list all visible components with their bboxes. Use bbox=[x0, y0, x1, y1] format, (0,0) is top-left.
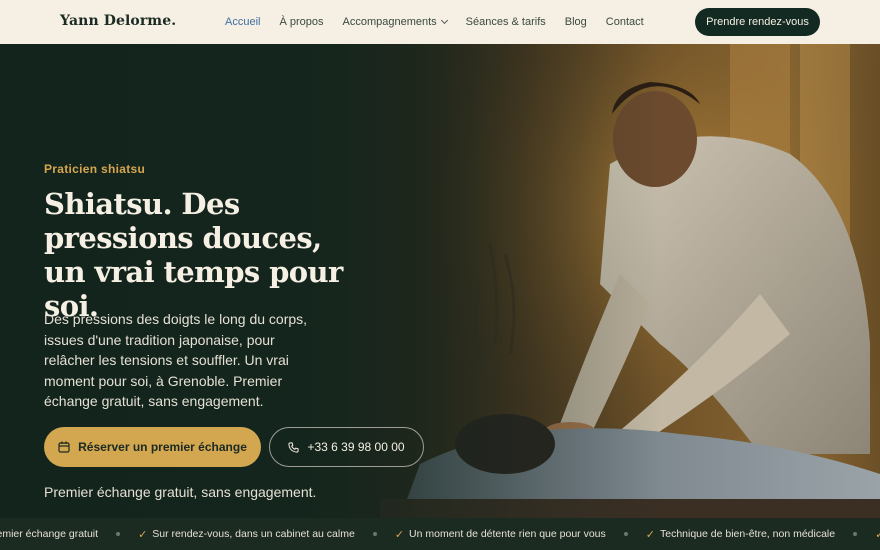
nav-link-blog[interactable]: Blog bbox=[565, 16, 587, 28]
phone-icon bbox=[288, 441, 300, 453]
hero-title: Shiatsu. Des pressions douces, un vrai t… bbox=[44, 187, 343, 323]
book-first-exchange-label: Réserver un premier échange bbox=[78, 440, 247, 454]
check-icon: ✓ bbox=[138, 528, 148, 541]
ticker-separator bbox=[623, 532, 628, 536]
hero-note: Premier échange gratuit, sans engagement… bbox=[44, 484, 317, 500]
ticker-item: ✓Pr bbox=[875, 528, 880, 541]
ticker-item-text: Premier échange gratuit bbox=[0, 528, 99, 540]
calendar-icon bbox=[58, 441, 70, 453]
hero-lead: Des pressions des doigts le long du corp… bbox=[44, 311, 308, 409]
ticker-item-text: Un moment de détente rien que pour vous bbox=[409, 528, 606, 540]
chevron-down-icon bbox=[440, 16, 448, 25]
ticker-item: Premier échange gratuit bbox=[0, 528, 98, 540]
book-first-exchange-button[interactable]: Réserver un premier échange bbox=[44, 427, 261, 467]
hero-section: Praticien shiatsu Shiatsu. Des pressions… bbox=[0, 44, 880, 518]
phone-number-label: +33 6 39 98 00 00 bbox=[307, 440, 405, 454]
nav-link-label: Accueil bbox=[225, 16, 261, 28]
nav-link-label: Blog bbox=[564, 16, 587, 28]
top-nav: Yann Delorme. Accueil À propos Accompagn… bbox=[0, 0, 880, 44]
hero-kicker: Praticien shiatsu bbox=[44, 162, 146, 176]
nav-link-label: Séances & tarifs bbox=[465, 16, 546, 28]
nav-link-label: Contact bbox=[605, 16, 644, 28]
ticker-separator bbox=[853, 532, 858, 536]
nav-link-accueil[interactable]: Accueil bbox=[225, 16, 260, 28]
ticker-separator bbox=[372, 532, 377, 536]
check-icon: ✓ bbox=[394, 528, 405, 541]
ticker-item-text: Sur rendez-vous, dans un cabinet au calm… bbox=[152, 528, 355, 540]
nav-link-accompagnements[interactable]: Accompagnements bbox=[342, 16, 448, 28]
nav-link-label: À propos bbox=[279, 16, 324, 28]
nav-link-label: Accompagnements bbox=[342, 16, 437, 28]
check-icon: ✓ bbox=[645, 528, 655, 541]
reassurance-ticker: Premier échange gratuit ✓ Sur rendez-vous… bbox=[0, 518, 880, 550]
nav-link-seances-tarifs[interactable]: Séances & tarifs bbox=[466, 16, 546, 28]
ticker-item-text: Technique de bien-être, non médicale bbox=[659, 528, 836, 540]
main-menu: Accueil À propos Accompagnements Séances… bbox=[225, 0, 663, 44]
phone-call-button[interactable]: +33 6 39 98 00 00 bbox=[269, 427, 424, 467]
brand-logo[interactable]: Yann Delorme. bbox=[60, 13, 176, 29]
ticker-separator bbox=[116, 532, 121, 536]
ticker-item: ✓ Un moment de détente rien que pour vous bbox=[395, 528, 606, 541]
book-appointment-button[interactable]: Prendre rendez-vous bbox=[695, 8, 820, 36]
ticker-item: ✓ Sur rendez-vous, dans un cabinet au cal… bbox=[138, 528, 355, 541]
nav-link-contact[interactable]: Contact bbox=[606, 16, 644, 28]
check-icon: ✓ bbox=[875, 528, 880, 541]
ticker-item: ✓ Technique de bien-être, non médicale bbox=[646, 528, 835, 541]
ticker-track: Premier échange gratuit ✓ Sur rendez-vous… bbox=[0, 518, 880, 550]
nav-link-a-propos[interactable]: À propos bbox=[279, 16, 323, 28]
